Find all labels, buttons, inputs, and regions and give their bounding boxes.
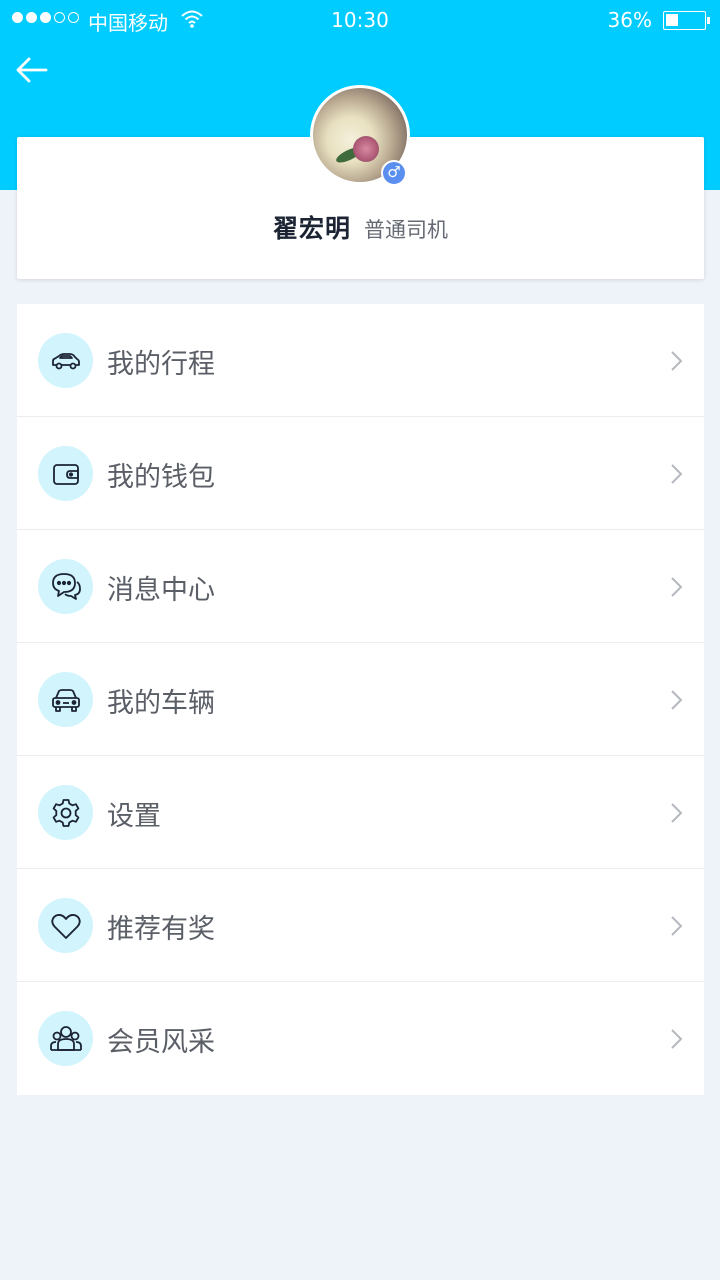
battery-icon [663, 11, 710, 30]
status-bar: 中国移动 10:30 36% [0, 0, 720, 40]
members-icon [38, 1011, 93, 1066]
chevron-right-icon [671, 1029, 683, 1049]
chevron-right-icon [671, 351, 683, 371]
menu-item-label: 消息中心 [107, 575, 215, 606]
chevron-right-icon [671, 916, 683, 936]
menu-item-settings[interactable]: 设置 [17, 756, 704, 869]
menu-item-label: 我的车辆 [107, 688, 215, 719]
user-name: 翟宏明 [272, 214, 351, 243]
profile-name-row: 翟宏明 普通司机 [17, 209, 704, 245]
battery-percentage: 36% [607, 8, 652, 32]
menu-item-label: 设置 [107, 801, 161, 832]
chevron-right-icon [671, 690, 683, 710]
heart-icon [38, 898, 93, 953]
menu-item-label: 会员风采 [107, 1027, 215, 1058]
car-icon [38, 333, 93, 388]
menu-item-label: 我的行程 [107, 349, 215, 380]
back-arrow-icon[interactable] [14, 54, 50, 86]
menu-item-my-trips[interactable]: 我的行程 [17, 304, 704, 417]
vehicle-icon [38, 672, 93, 727]
menu-item-my-wallet[interactable]: 我的钱包 [17, 417, 704, 530]
menu-item-referral-rewards[interactable]: 推荐有奖 [17, 869, 704, 982]
chat-icon [38, 559, 93, 614]
menu-item-member-showcase[interactable]: 会员风采 [17, 982, 704, 1095]
user-role: 普通司机 [364, 218, 449, 242]
male-gender-icon: ♂ [381, 160, 407, 186]
menu-item-message-center[interactable]: 消息中心 [17, 530, 704, 643]
menu-item-label: 推荐有奖 [107, 914, 215, 945]
menu-item-label: 我的钱包 [107, 462, 215, 493]
avatar-container[interactable]: ♂ [310, 85, 410, 186]
chevron-right-icon [671, 803, 683, 823]
chevron-right-icon [671, 577, 683, 597]
menu-item-my-vehicle[interactable]: 我的车辆 [17, 643, 704, 756]
menu-list: 我的行程 我的钱包 消息中心 我的车辆 设置 推荐有奖 会员风采 [17, 304, 704, 1095]
gear-icon [38, 785, 93, 840]
chevron-right-icon [671, 464, 683, 484]
wallet-icon [38, 446, 93, 501]
